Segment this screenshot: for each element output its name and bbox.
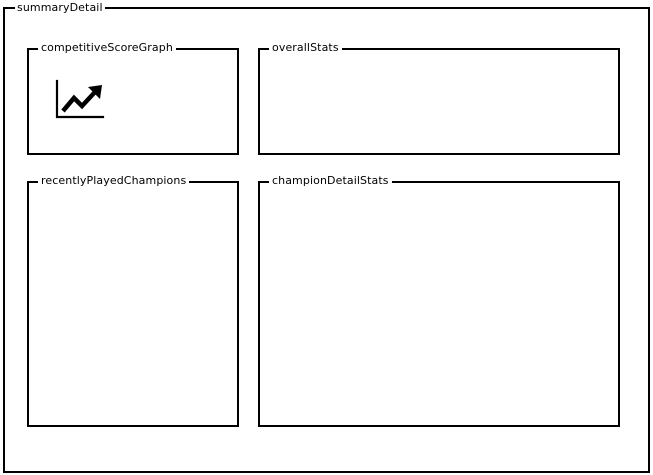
overall-stats-label: overallStats (269, 41, 342, 55)
recently-played-champions-panel: recentlyPlayedChampions (27, 174, 239, 427)
recently-played-champions-label: recentlyPlayedChampions (38, 174, 190, 188)
champion-detail-stats-panel: championDetailStats (258, 174, 620, 427)
line-chart-icon (55, 79, 105, 119)
competitive-score-graph-panel: competitiveScoreGraph (27, 41, 239, 155)
competitive-score-graph-label: competitiveScoreGraph (38, 41, 176, 55)
summary-detail-label: summaryDetail (15, 1, 105, 15)
champion-detail-stats-label: championDetailStats (269, 174, 392, 188)
overall-stats-panel: overallStats (258, 41, 620, 155)
